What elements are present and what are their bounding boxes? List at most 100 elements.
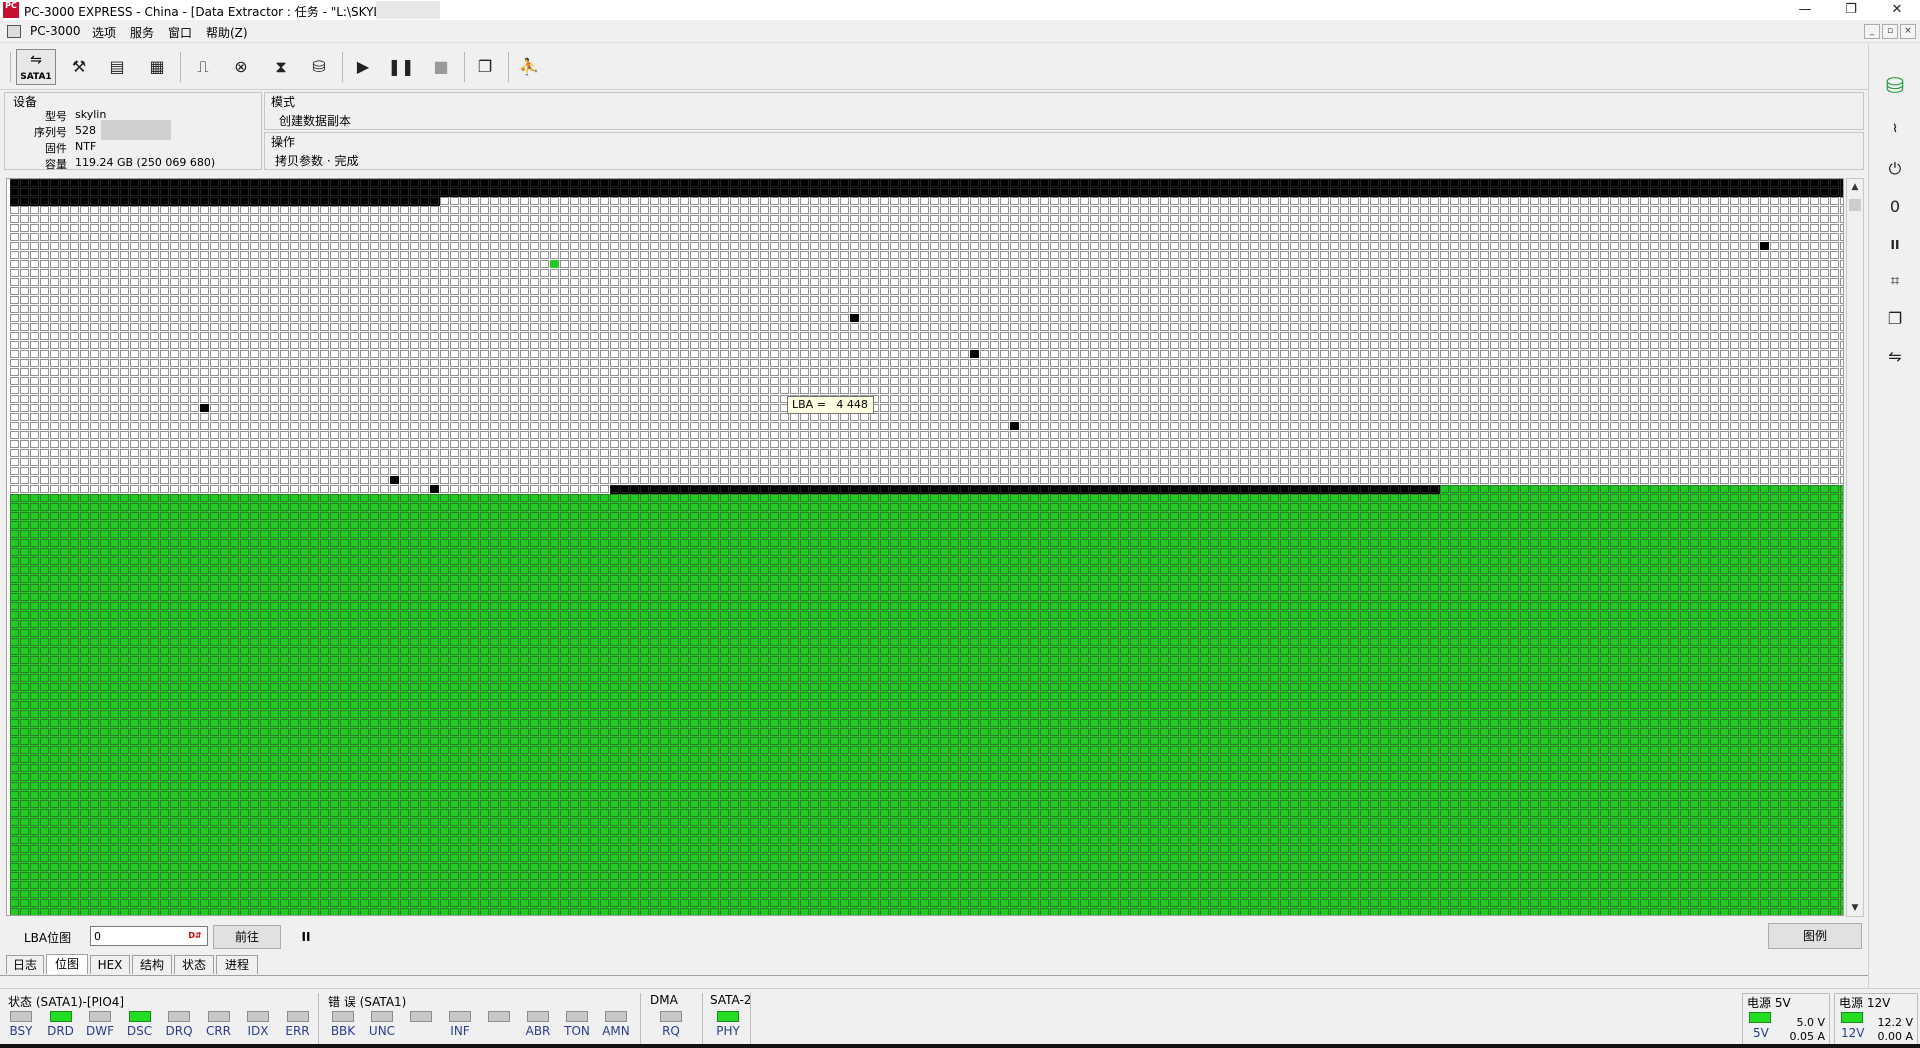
- tab-bitmap[interactable]: 位图: [46, 954, 88, 974]
- toolbar-separator: [342, 52, 343, 82]
- drive-status-icon[interactable]: ⛁: [1879, 72, 1911, 102]
- cell-grid-overlay: [10, 179, 1843, 915]
- windows-stack-icon[interactable]: ❐: [470, 52, 500, 82]
- error-indicator: [605, 1011, 627, 1022]
- power-12v-indicator: [1841, 1012, 1863, 1023]
- power-switch-icon[interactable]: ⏻: [1879, 154, 1911, 184]
- close-button[interactable]: ✕: [1874, 0, 1920, 20]
- dma-rq-label: RQ: [662, 1024, 680, 1038]
- sector-map-icon[interactable]: ⎍: [188, 52, 218, 82]
- scroll-up-icon[interactable]: ▲: [1847, 179, 1863, 195]
- lba-block: [970, 350, 979, 358]
- status-divider: [702, 993, 703, 1045]
- state-indicator: [89, 1011, 111, 1022]
- menu-service[interactable]: 服务: [130, 24, 154, 41]
- copy-close-icon[interactable]: ❐: [1879, 304, 1911, 334]
- redacted-serial: [101, 120, 171, 140]
- tab-log[interactable]: 日志: [6, 955, 44, 974]
- maximize-button[interactable]: ❐: [1828, 0, 1874, 20]
- tab-process[interactable]: 进程: [216, 955, 258, 974]
- error-group-label: 错 误 (SATA1): [328, 995, 407, 1009]
- menu-help[interactable]: 帮助(Z): [206, 24, 248, 41]
- operation-group-label: 操作: [271, 135, 296, 149]
- power-5v-label: 电源 5V: [1747, 996, 1791, 1010]
- legend-button[interactable]: 图例: [1768, 923, 1862, 949]
- power-5v-indicator: [1749, 1012, 1771, 1023]
- tab-hex[interactable]: HEX: [90, 955, 130, 974]
- error-indicator: [332, 1011, 354, 1022]
- lba-block: [850, 314, 859, 322]
- state-indicator: [10, 1011, 32, 1022]
- tooltip-value: 4 448: [836, 398, 868, 411]
- state-indicator: [247, 1011, 269, 1022]
- lba-block: [550, 260, 559, 268]
- scroll-thumb[interactable]: [1849, 199, 1861, 211]
- model-label: 型号: [45, 110, 67, 123]
- state-indicator: [128, 1011, 151, 1022]
- grid-scrollbar[interactable]: ▲ ▼: [1846, 178, 1864, 917]
- mdi-minimize-button[interactable]: _: [1864, 24, 1880, 39]
- mdi-close-button[interactable]: ×: [1900, 24, 1916, 39]
- hourglass-icon[interactable]: ⧗: [266, 52, 296, 82]
- error-indicator-label: ABR: [525, 1024, 551, 1038]
- stop-icon[interactable]: ■: [426, 52, 456, 82]
- menu-options[interactable]: 选项: [92, 24, 116, 41]
- tools-icon[interactable]: ⚒: [64, 52, 94, 82]
- capacity-value: 119.24 GB (250 069 680): [75, 156, 216, 169]
- state-indicator-label: IDX: [247, 1024, 269, 1038]
- lba-block: [430, 485, 439, 493]
- goto-button[interactable]: 前往: [213, 925, 281, 949]
- toolbar-separator: [508, 52, 509, 82]
- firmware-label: 固件: [45, 142, 67, 155]
- binoculars-icon[interactable]: ⊗: [226, 52, 256, 82]
- app-menu-icon[interactable]: [7, 25, 21, 38]
- sata-port-button[interactable]: ⇋ SATA1: [16, 49, 56, 85]
- tab-status[interactable]: 状态: [174, 955, 214, 974]
- state-indicator-label: DRD: [47, 1024, 74, 1038]
- error-indicator-label: UNC: [368, 1024, 396, 1038]
- sata-connector-icon: ⇋: [30, 52, 42, 68]
- error-indicator-label: INF: [450, 1024, 470, 1038]
- mdi-restore-button[interactable]: ▫: [1882, 24, 1898, 39]
- drive-info-icon[interactable]: ▤: [102, 52, 132, 82]
- taskbar-edge: [0, 1044, 1920, 1048]
- error-indicator: [488, 1011, 510, 1022]
- dma-group-label: DMA: [650, 993, 678, 1007]
- error-indicator-label: TON: [564, 1024, 590, 1038]
- cable-connector-icon[interactable]: ⇋: [1879, 342, 1911, 372]
- sidebar-pause-icon[interactable]: II: [1879, 230, 1911, 260]
- error-indicator: [527, 1011, 549, 1022]
- lba-bitmap[interactable]: [6, 178, 1844, 916]
- zero-counter-icon[interactable]: 0: [1879, 192, 1911, 222]
- state-indicator-label: ERR: [285, 1024, 310, 1038]
- lba-tooltip: LBA = 4 448: [787, 396, 874, 414]
- dec-hex-toggle-icon[interactable]: D⇵: [187, 929, 203, 943]
- power-5v-voltage: 5.0 V: [1796, 1016, 1825, 1029]
- scroll-down-icon[interactable]: ▼: [1847, 900, 1863, 916]
- pause-icon[interactable]: ❚❚: [386, 52, 416, 82]
- lba-bitmap-label: LBA位图: [24, 931, 72, 945]
- menu-window[interactable]: 窗口: [168, 24, 192, 41]
- state-indicator-label: DRQ: [165, 1024, 193, 1038]
- minimize-button[interactable]: —: [1782, 0, 1828, 20]
- toolbar-separator: [464, 52, 465, 82]
- lba-block: [200, 404, 209, 412]
- state-indicator: [168, 1011, 190, 1022]
- state-indicator: [207, 1011, 230, 1022]
- sector-edit-icon[interactable]: ⌗: [1879, 266, 1911, 296]
- state-indicator-label: DSC: [126, 1024, 153, 1038]
- percent-scan-icon[interactable]: ▦: [142, 52, 172, 82]
- power-5v-current: 0.05 A: [1789, 1030, 1825, 1043]
- play-icon[interactable]: ▶: [348, 52, 378, 82]
- menu-pc3000[interactable]: PC-3000: [30, 24, 80, 38]
- disk-copy-icon[interactable]: ⛁: [304, 52, 334, 82]
- exit-runner-icon[interactable]: ⛹: [514, 52, 544, 82]
- lba-bar: LBA位图 D⇵ 前往 II 图例: [6, 922, 1864, 954]
- tab-structure[interactable]: 结构: [132, 955, 172, 974]
- lba-grid-svg[interactable]: [10, 179, 1844, 916]
- firmware-value: NTF: [75, 140, 97, 153]
- pause-map-icon[interactable]: II: [296, 927, 316, 947]
- error-indicator-label: AMN: [602, 1024, 630, 1038]
- status-divider: [318, 993, 319, 1045]
- reset-icon[interactable]: ⌇: [1879, 114, 1911, 144]
